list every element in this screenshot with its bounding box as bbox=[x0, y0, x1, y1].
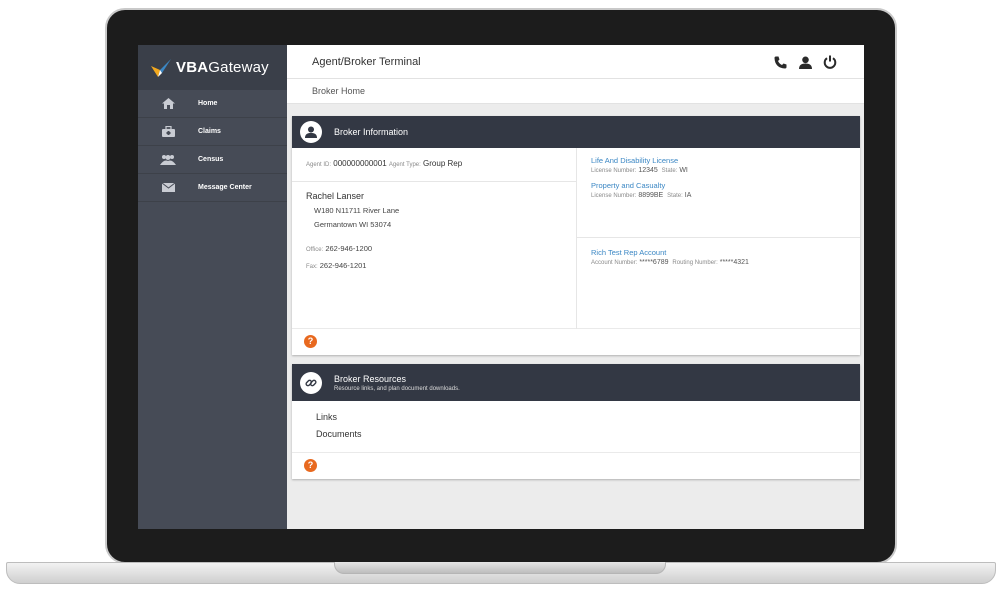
license-number-value: 8899BE bbox=[638, 192, 664, 199]
license-number-label: License Number: bbox=[591, 193, 637, 199]
license-state-label: State: bbox=[667, 193, 683, 199]
license-title[interactable]: Life And Disability License bbox=[591, 156, 860, 165]
card-heading: Broker Resources Resource links, and pla… bbox=[334, 374, 460, 392]
sidebar: VBAGateway Home Claims Census Message Ce… bbox=[138, 45, 287, 529]
sidebar-item-label: Claims bbox=[198, 128, 221, 135]
fax-number: Fax: 262-946-1201 bbox=[306, 261, 576, 270]
vba-logo-icon bbox=[150, 57, 172, 79]
breadcrumb: Broker Home bbox=[287, 79, 864, 104]
broker-info-body: Agent ID: 000000000001 Agent Type: Group… bbox=[292, 148, 860, 329]
sidebar-item-census[interactable]: Census bbox=[138, 146, 287, 174]
address-line1: W180 N11711 River Lane bbox=[314, 206, 400, 215]
agent-id-label: Agent ID: bbox=[306, 162, 332, 168]
sidebar-item-label: Home bbox=[198, 100, 218, 107]
help-row: ? bbox=[292, 453, 860, 477]
license-number-label: License Number: bbox=[591, 168, 637, 174]
help-row: ? bbox=[292, 329, 860, 353]
home-icon bbox=[138, 98, 198, 109]
envelope-icon bbox=[138, 183, 198, 192]
fax-label: Fax: bbox=[306, 264, 318, 270]
phone-icon[interactable] bbox=[772, 54, 788, 70]
brand[interactable]: VBAGateway bbox=[138, 45, 287, 90]
card-header: Broker Resources Resource links, and pla… bbox=[292, 364, 860, 401]
resource-links: Links Documents bbox=[292, 401, 860, 453]
office-value: 262-946-1200 bbox=[325, 244, 373, 253]
license-title[interactable]: Property and Casualty bbox=[591, 181, 860, 190]
main-content: Agent/Broker Terminal Broker Home Broker… bbox=[287, 45, 864, 529]
account-details: Account Number: *****6789 Routing Number… bbox=[591, 259, 860, 266]
sidebar-item-label: Message Center bbox=[198, 184, 252, 191]
office-label: Office: bbox=[306, 247, 324, 253]
brand-name: VBAGateway bbox=[176, 59, 269, 76]
links-item[interactable]: Links bbox=[316, 412, 860, 422]
agent-type-label: Agent Type: bbox=[388, 162, 421, 168]
routing-number-value: *****4321 bbox=[719, 259, 749, 266]
help-icon[interactable]: ? bbox=[304, 334, 317, 348]
agent-type-value: Group Rep bbox=[423, 159, 463, 168]
briefcase-icon bbox=[138, 126, 198, 137]
top-bar-actions bbox=[772, 54, 838, 70]
top-bar: Agent/Broker Terminal bbox=[287, 45, 864, 79]
agent-id-value: 000000000001 bbox=[333, 159, 387, 168]
breadcrumb-current[interactable]: Broker Home bbox=[312, 86, 365, 96]
license-details: License Number: 8899BE State: IA bbox=[591, 192, 860, 199]
sidebar-item-home[interactable]: Home bbox=[138, 90, 287, 118]
license-state-value: IA bbox=[684, 192, 692, 199]
broker-information-card: Broker Information Agent ID: 00000000000… bbox=[292, 116, 860, 355]
user-circle-icon bbox=[300, 121, 322, 143]
fax-value: 262-946-1201 bbox=[319, 261, 367, 270]
license-item: Life And Disability License License Numb… bbox=[577, 148, 860, 174]
license-number-value: 12345 bbox=[638, 167, 658, 174]
help-icon[interactable]: ? bbox=[304, 458, 317, 472]
card-title: Broker Resources bbox=[334, 373, 407, 384]
license-item: Property and Casualty License Number: 88… bbox=[577, 174, 860, 199]
users-icon bbox=[138, 154, 198, 165]
broker-resources-card: Broker Resources Resource links, and pla… bbox=[292, 364, 860, 479]
license-details: License Number: 12345 State: WI bbox=[591, 167, 860, 174]
power-icon[interactable] bbox=[822, 54, 838, 70]
license-state-value: WI bbox=[679, 167, 688, 174]
broker-details: Agent ID: 000000000001 Agent Type: Group… bbox=[292, 148, 577, 329]
page-title: Agent/Broker Terminal bbox=[312, 55, 421, 68]
card-header: Broker Information bbox=[292, 116, 860, 148]
office-phone: Office: 262-946-1200 bbox=[306, 244, 576, 253]
sidebar-item-label: Census bbox=[198, 156, 224, 163]
account-number-label: Account Number: bbox=[591, 260, 638, 266]
agent-id-row: Agent ID: 000000000001 Agent Type: Group… bbox=[292, 148, 576, 182]
account-number-value: *****6789 bbox=[639, 259, 669, 266]
sidebar-item-claims[interactable]: Claims bbox=[138, 118, 287, 146]
app-screen: VBAGateway Home Claims Census Message Ce… bbox=[138, 45, 864, 529]
user-icon[interactable] bbox=[797, 54, 813, 70]
license-state-label: State: bbox=[661, 168, 678, 174]
card-subtitle: Resource links, and plan document downlo… bbox=[334, 385, 460, 392]
bank-account: Rich Test Rep Account Account Number: **… bbox=[577, 237, 860, 266]
broker-name: Rachel Lanser bbox=[306, 191, 365, 201]
card-title: Broker Information bbox=[334, 127, 409, 137]
broker-licenses: Life And Disability License License Numb… bbox=[577, 148, 860, 329]
sidebar-item-message-center[interactable]: Message Center bbox=[138, 174, 287, 202]
address-line2: Germantown WI 53074 bbox=[314, 220, 392, 229]
laptop-notch bbox=[334, 562, 666, 574]
routing-number-label: Routing Number: bbox=[672, 260, 718, 266]
documents-item[interactable]: Documents bbox=[316, 429, 860, 439]
link-icon bbox=[300, 371, 322, 394]
account-title[interactable]: Rich Test Rep Account bbox=[591, 248, 860, 257]
